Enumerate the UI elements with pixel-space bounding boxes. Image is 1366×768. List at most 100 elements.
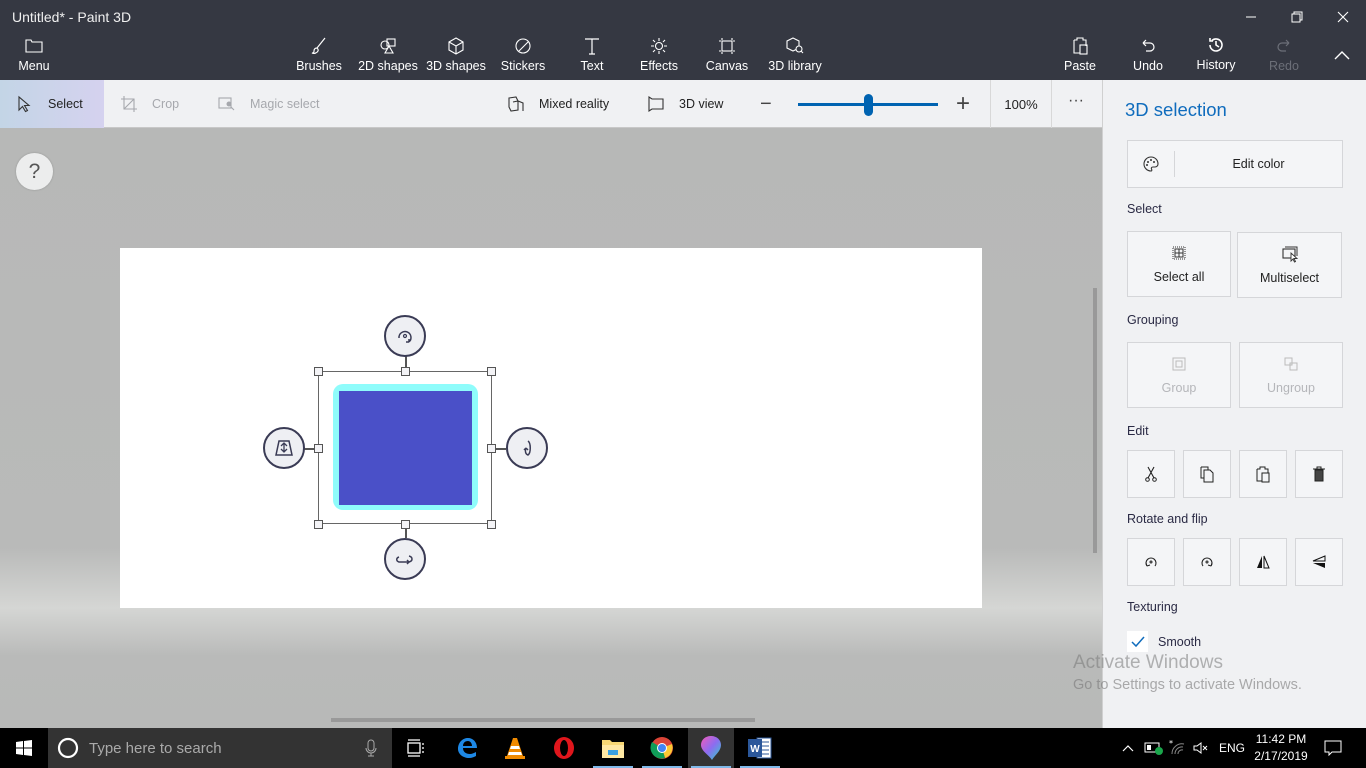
canvas[interactable] xyxy=(120,248,982,608)
group-button[interactable]: Group xyxy=(1127,342,1231,408)
network-indicator[interactable]: * xyxy=(1168,728,1188,768)
input-language[interactable]: ENG xyxy=(1219,728,1245,768)
taskbar-chrome[interactable] xyxy=(639,728,685,768)
crop-tool[interactable]: Crop xyxy=(120,80,179,128)
rotate-horizontal-icon xyxy=(396,555,413,565)
zoom-slider-thumb[interactable] xyxy=(864,94,873,116)
volume-indicator[interactable] xyxy=(1192,728,1210,768)
select-label: Select xyxy=(48,97,83,111)
more-options-button[interactable]: ··· xyxy=(1068,77,1084,125)
file-explorer-icon xyxy=(602,740,624,758)
resize-handle-bottom-left[interactable] xyxy=(314,520,323,529)
taskbar-opera[interactable] xyxy=(541,728,587,768)
rotate-x-gizmo[interactable] xyxy=(506,427,548,469)
resize-handle-top[interactable] xyxy=(401,367,410,376)
panel-title: 3D selection xyxy=(1125,99,1227,120)
select-all-button[interactable]: Select all xyxy=(1127,231,1231,297)
zoom-level[interactable]: 100% xyxy=(990,80,1052,128)
show-hidden-icons-button[interactable] xyxy=(1121,728,1135,768)
magic-select-label: Magic select xyxy=(250,97,320,111)
rotate-vertical-icon xyxy=(523,440,531,456)
multiselect-button[interactable]: Multiselect xyxy=(1237,232,1342,298)
rotate-left-icon xyxy=(1145,557,1157,567)
restore-button[interactable] xyxy=(1274,0,1320,34)
clock-time: 11:42 PM xyxy=(1255,732,1307,746)
redo-label: Redo xyxy=(1269,59,1299,73)
paste-button[interactable]: Paste xyxy=(1060,36,1100,78)
select-all-icon xyxy=(1172,246,1186,260)
microphone-icon[interactable] xyxy=(364,739,378,757)
action-center-button[interactable] xyxy=(1324,728,1342,768)
resize-handle-right[interactable] xyxy=(487,444,496,453)
notification-icon xyxy=(1324,740,1342,756)
taskbar-vlc[interactable] xyxy=(492,728,538,768)
rotate-z-gizmo[interactable] xyxy=(384,315,426,357)
minimize-button[interactable] xyxy=(1228,0,1274,34)
canvas-tool[interactable]: Canvas xyxy=(704,36,750,78)
copy-button[interactable] xyxy=(1183,450,1231,498)
horizontal-scrollbar[interactable] xyxy=(331,718,755,722)
paint-3d-icon xyxy=(701,736,721,760)
grouping-section-label: Grouping xyxy=(1127,313,1179,327)
taskbar-edge[interactable] xyxy=(444,728,490,768)
rotate-y-gizmo[interactable] xyxy=(384,538,426,580)
ungroup-button[interactable]: Ungroup xyxy=(1239,342,1343,408)
brushes-tool[interactable]: Brushes xyxy=(294,36,344,78)
battery-indicator[interactable] xyxy=(1144,728,1164,768)
svg-text:W: W xyxy=(750,744,760,755)
resize-handle-bottom-right[interactable] xyxy=(487,520,496,529)
resize-handle-top-left[interactable] xyxy=(314,367,323,376)
delete-button[interactable] xyxy=(1295,450,1343,498)
undo-button[interactable]: Undo xyxy=(1128,36,1168,78)
flip-horizontal-button[interactable] xyxy=(1239,538,1287,586)
rotate-left-button[interactable] xyxy=(1127,538,1175,586)
group-label: Group xyxy=(1161,381,1197,395)
palette-icon xyxy=(1143,156,1159,172)
taskbar-file-explorer[interactable] xyxy=(590,728,636,768)
zoom-out-button[interactable]: − xyxy=(760,80,772,128)
mixed-reality-button[interactable]: Mixed reality xyxy=(507,80,609,128)
cut-icon xyxy=(1145,466,1157,482)
text-icon xyxy=(585,38,599,55)
magic-select-tool[interactable]: Magic select xyxy=(218,80,319,128)
paste-selection-button[interactable] xyxy=(1239,450,1287,498)
3d-library-tool[interactable]: 3D library xyxy=(765,36,825,78)
flip-vertical-button[interactable] xyxy=(1295,538,1343,586)
system-clock[interactable]: 11:42 PM 2/17/2019 xyxy=(1248,731,1314,765)
push-depth-gizmo[interactable] xyxy=(263,427,305,469)
select-section-label: Select xyxy=(1127,202,1162,216)
cut-button[interactable] xyxy=(1127,450,1175,498)
help-button[interactable]: ? xyxy=(16,153,53,190)
start-button[interactable] xyxy=(0,728,48,768)
3d-view-button[interactable]: 3D view xyxy=(647,80,723,128)
taskbar-paint-3d[interactable] xyxy=(688,728,734,768)
close-button[interactable] xyxy=(1320,0,1366,34)
cortana-icon xyxy=(57,737,79,759)
3d-shapes-tool[interactable]: 3D shapes xyxy=(425,36,487,78)
zoom-in-button[interactable]: + xyxy=(956,80,970,128)
redo-button[interactable]: Redo xyxy=(1264,36,1304,78)
edit-color-button[interactable]: Edit color xyxy=(1127,140,1343,188)
taskbar-search-box[interactable]: Type here to search xyxy=(48,728,392,768)
3d-view-label: 3D view xyxy=(679,97,724,111)
smooth-checkbox[interactable] xyxy=(1127,631,1148,652)
menu-button[interactable]: Menu xyxy=(14,36,54,78)
gizmo-stem xyxy=(405,528,407,538)
3d-library-icon xyxy=(786,37,804,54)
task-view-button[interactable] xyxy=(393,728,439,768)
text-tool[interactable]: Text xyxy=(570,36,614,78)
restore-icon xyxy=(1291,11,1303,23)
resize-handle-top-right[interactable] xyxy=(487,367,496,376)
history-button[interactable]: History xyxy=(1193,35,1239,77)
select-tool[interactable]: Select xyxy=(0,80,104,128)
2d-shapes-tool[interactable]: 2D shapes xyxy=(357,36,419,78)
svg-text:*: * xyxy=(1169,740,1173,748)
rotate-right-button[interactable] xyxy=(1183,538,1231,586)
vertical-scrollbar[interactable] xyxy=(1093,288,1097,553)
resize-handle-left[interactable] xyxy=(314,444,323,453)
stickers-tool[interactable]: Stickers xyxy=(498,36,548,78)
effects-tool[interactable]: Effects xyxy=(636,36,682,78)
texturing-section-label: Texturing xyxy=(1127,600,1178,614)
menu-label: Menu xyxy=(18,59,50,73)
taskbar-word[interactable]: W xyxy=(737,728,783,768)
